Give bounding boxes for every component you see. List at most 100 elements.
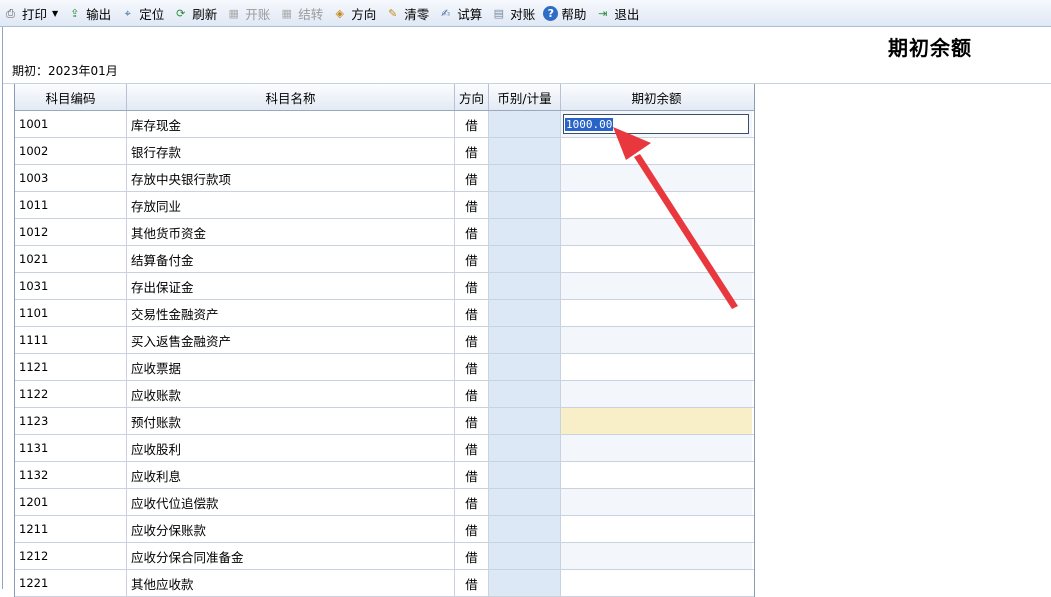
toolbar-button-locate[interactable]: ⌖ 定位 xyxy=(117,2,168,24)
account-name-cell[interactable]: 应收票据 xyxy=(127,354,455,380)
column-header-code[interactable]: 科目编码 xyxy=(15,84,127,110)
currency-unit-cell[interactable] xyxy=(489,570,561,596)
currency-unit-cell[interactable] xyxy=(489,111,561,137)
currency-unit-cell[interactable] xyxy=(489,516,561,542)
account-code-cell[interactable]: 1123 xyxy=(15,408,127,434)
opening-balance-cell[interactable] xyxy=(561,273,752,299)
account-name-cell[interactable]: 应收分保账款 xyxy=(127,516,455,542)
account-code-cell[interactable]: 1201 xyxy=(15,489,127,515)
table-row[interactable]: 1111 买入返售金融资产借 xyxy=(15,327,754,354)
account-code-cell[interactable]: 1011 xyxy=(15,192,127,218)
toolbar-button-clear[interactable]: ✎ 清零 xyxy=(382,2,433,24)
table-row[interactable]: 1002 银行存款借 xyxy=(15,138,754,165)
currency-unit-cell[interactable] xyxy=(489,165,561,191)
currency-unit-cell[interactable] xyxy=(489,192,561,218)
table-row[interactable]: 1221 其他应收款借 xyxy=(15,570,754,597)
account-code-cell[interactable]: 1111 xyxy=(15,327,127,353)
table-row[interactable]: 1101 交易性金融资产借 xyxy=(15,300,754,327)
table-row[interactable]: 1121 应收票据借 xyxy=(15,354,754,381)
toolbar-button-printer[interactable]: ⎙ 打印 ▼ xyxy=(0,2,62,24)
account-name-cell[interactable]: 银行存款 xyxy=(127,138,455,164)
account-code-cell[interactable]: 1001 xyxy=(15,111,127,137)
opening-balance-cell[interactable] xyxy=(561,300,752,326)
direction-cell[interactable]: 借 xyxy=(455,111,489,137)
table-row[interactable]: 1003 存放中央银行款项借 xyxy=(15,165,754,192)
opening-balance-cell[interactable] xyxy=(561,462,752,488)
account-code-cell[interactable]: 1012 xyxy=(15,219,127,245)
account-name-cell[interactable]: 其他应收款 xyxy=(127,570,455,596)
account-code-cell[interactable]: 1122 xyxy=(15,381,127,407)
direction-cell[interactable]: 借 xyxy=(455,165,489,191)
toolbar-button-refresh[interactable]: ⟳ 刷新 xyxy=(170,2,221,24)
currency-unit-cell[interactable] xyxy=(489,543,561,569)
dropdown-caret-icon[interactable]: ▼ xyxy=(52,9,58,18)
account-name-cell[interactable]: 应收分保合同准备金 xyxy=(127,543,455,569)
table-row[interactable]: 1011 存放同业借 xyxy=(15,192,754,219)
currency-unit-cell[interactable] xyxy=(489,381,561,407)
toolbar-button-export[interactable]: ⇪ 输出 xyxy=(64,2,115,24)
account-name-cell[interactable]: 应收利息 xyxy=(127,462,455,488)
account-name-cell[interactable]: 存出保证金 xyxy=(127,273,455,299)
toolbar-button-trial-balance[interactable]: ✍ 试算 xyxy=(435,2,486,24)
account-name-cell[interactable]: 结算备付金 xyxy=(127,246,455,272)
table-row[interactable]: 1201 应收代位追偿款借 xyxy=(15,489,754,516)
table-row[interactable]: 1132 应收利息借 xyxy=(15,462,754,489)
account-code-cell[interactable]: 1003 xyxy=(15,165,127,191)
opening-balance-cell[interactable] xyxy=(561,219,752,245)
table-row[interactable]: 1123 预付账款借 xyxy=(15,408,754,435)
account-code-cell[interactable]: 1132 xyxy=(15,462,127,488)
account-name-cell[interactable]: 买入返售金融资产 xyxy=(127,327,455,353)
opening-balance-cell[interactable] xyxy=(561,489,752,515)
column-header-currency[interactable]: 币别/计量 xyxy=(489,84,561,110)
toolbar-button-exit[interactable]: ⇥ 退出 xyxy=(592,2,643,24)
direction-cell[interactable]: 借 xyxy=(455,138,489,164)
account-code-cell[interactable]: 1101 xyxy=(15,300,127,326)
account-code-cell[interactable]: 1121 xyxy=(15,354,127,380)
toolbar-button-help[interactable]: ? 帮助 xyxy=(541,2,590,24)
opening-balance-input[interactable]: 1000.00 xyxy=(563,114,749,134)
direction-cell[interactable]: 借 xyxy=(455,219,489,245)
table-row[interactable]: 1131 应收股利借 xyxy=(15,435,754,462)
account-name-cell[interactable]: 应收代位追偿款 xyxy=(127,489,455,515)
direction-cell[interactable]: 借 xyxy=(455,408,489,434)
column-header-balance[interactable]: 期初余额 xyxy=(561,84,752,110)
opening-balance-cell[interactable] xyxy=(561,570,752,596)
account-name-cell[interactable]: 应收股利 xyxy=(127,435,455,461)
table-row[interactable]: 1211 应收分保账款借 xyxy=(15,516,754,543)
direction-cell[interactable]: 借 xyxy=(455,570,489,596)
direction-cell[interactable]: 借 xyxy=(455,327,489,353)
account-code-cell[interactable]: 1002 xyxy=(15,138,127,164)
direction-cell[interactable]: 借 xyxy=(455,435,489,461)
currency-unit-cell[interactable] xyxy=(489,138,561,164)
opening-balance-cell[interactable] xyxy=(561,435,752,461)
direction-cell[interactable]: 借 xyxy=(455,489,489,515)
currency-unit-cell[interactable] xyxy=(489,462,561,488)
account-code-cell[interactable]: 1031 xyxy=(15,273,127,299)
currency-unit-cell[interactable] xyxy=(489,354,561,380)
account-code-cell[interactable]: 1211 xyxy=(15,516,127,542)
account-name-cell[interactable]: 预付账款 xyxy=(127,408,455,434)
direction-cell[interactable]: 借 xyxy=(455,462,489,488)
opening-balance-cell[interactable] xyxy=(561,381,752,407)
currency-unit-cell[interactable] xyxy=(489,435,561,461)
opening-balance-cell[interactable] xyxy=(561,543,752,569)
table-row[interactable]: 1012 其他货币资金借 xyxy=(15,219,754,246)
account-name-cell[interactable]: 库存现金 xyxy=(127,111,455,137)
table-row[interactable]: 1021 结算备付金借 xyxy=(15,246,754,273)
direction-cell[interactable]: 借 xyxy=(455,543,489,569)
account-code-cell[interactable]: 1021 xyxy=(15,246,127,272)
toolbar-button-open-ledger[interactable]: ▦ 开账 xyxy=(223,2,274,24)
currency-unit-cell[interactable] xyxy=(489,246,561,272)
column-header-direction[interactable]: 方向 xyxy=(455,84,489,110)
account-name-cell[interactable]: 交易性金融资产 xyxy=(127,300,455,326)
table-row[interactable]: 1122 应收账款借 xyxy=(15,381,754,408)
opening-balance-cell[interactable] xyxy=(561,354,752,380)
currency-unit-cell[interactable] xyxy=(489,273,561,299)
toolbar-button-reconcile[interactable]: ▤ 对账 xyxy=(488,2,539,24)
direction-cell[interactable]: 借 xyxy=(455,354,489,380)
direction-cell[interactable]: 借 xyxy=(455,381,489,407)
toolbar-button-direction[interactable]: ◈ 方向 xyxy=(329,2,380,24)
currency-unit-cell[interactable] xyxy=(489,408,561,434)
table-row[interactable]: 1212 应收分保合同准备金借 xyxy=(15,543,754,570)
account-code-cell[interactable]: 1212 xyxy=(15,543,127,569)
